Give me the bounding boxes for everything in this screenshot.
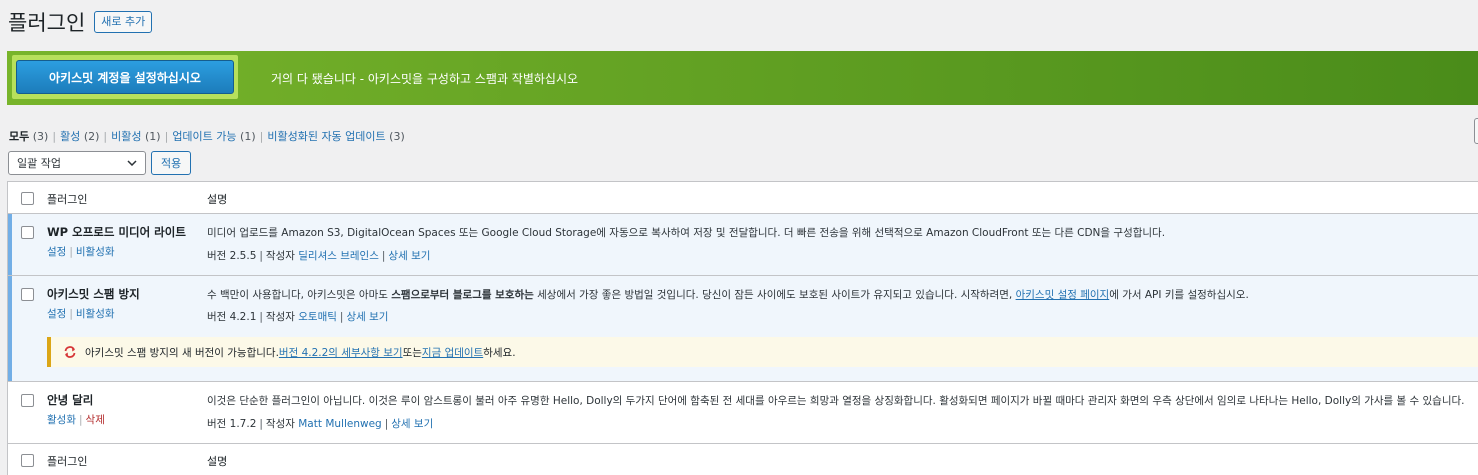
view-details-link[interactable]: 상세 보기	[346, 311, 388, 323]
update-notice: 아키스밋 스팸 방지의 새 버전이 가능합니다. 버전 4.2.2의 세부사항 …	[47, 337, 1478, 367]
update-notice-row: 아키스밋 스팸 방지의 새 버전이 가능합니다. 버전 4.2.2의 세부사항 …	[8, 337, 1478, 382]
akismet-setup-banner: 아키스밋 계정을 설정하십시오 거의 다 됐습니다 - 아키스밋을 구성하고 스…	[7, 51, 1478, 105]
apply-button[interactable]: 적용	[151, 151, 192, 175]
plugins-table: 플러그인 설명 WP 오프로드 미디어 라이트 설정 | 비활성화 미디어 업로드를…	[7, 181, 1478, 475]
filter-update-count: (1)	[240, 130, 256, 143]
search-plugins-button[interactable]	[1474, 118, 1478, 144]
select-all-checkbox-footer[interactable]	[21, 454, 34, 467]
banner-message: 거의 다 됐습니다 - 아키스밋을 구성하고 스팸과 작별하십시오	[271, 72, 579, 86]
deactivate-link[interactable]: 비활성화	[76, 308, 115, 320]
filter-update-available[interactable]: 업데이트 가능	[172, 130, 236, 143]
column-description: 설명	[207, 193, 228, 206]
filter-all[interactable]: 모두	[9, 130, 29, 143]
page-title: 플러그인	[8, 11, 86, 35]
setup-button-frame: 아키스밋 계정을 설정하십시오	[12, 55, 238, 99]
author-link[interactable]: Matt Mullenweg	[298, 418, 381, 430]
filter-all-count: (3)	[32, 130, 49, 143]
plugin-description: 수 백만이 사용합니다, 아키스밋은 아마도 스팸으로부터 블로그를 보호하는 …	[207, 289, 1249, 301]
view-version-details-link[interactable]: 버전 4.2.2의 세부사항 보기	[279, 345, 403, 360]
settings-link[interactable]: 설정	[47, 246, 66, 258]
plugin-version: 버전 4.2.1	[207, 311, 257, 323]
plugin-checkbox[interactable]	[21, 226, 34, 239]
plugin-actions: 설정 | 비활성화	[47, 246, 115, 258]
filter-auto-updates-disabled[interactable]: 비활성화된 자동 업데이트	[267, 130, 385, 143]
view-details-link[interactable]: 상세 보기	[391, 418, 433, 430]
chevron-down-icon	[127, 160, 137, 166]
table-footer: 플러그인 설명	[8, 444, 1478, 475]
plugin-description: 이것은 단순한 플러그인이 아닙니다. 이것은 루이 암스트롱이 불러 아주 유…	[207, 395, 1465, 407]
plugin-name: 안녕 달리	[47, 393, 94, 407]
plugin-meta: 버전 2.5.5 | 작성자 딜리셔스 브레인스 | 상세 보기	[207, 250, 431, 262]
activate-link[interactable]: 활성화	[47, 414, 76, 426]
filter-auto-count: (3)	[389, 130, 405, 143]
column-plugin-footer: 플러그인	[47, 455, 88, 468]
page-header: 플러그인 새로 추가	[8, 7, 153, 37]
plugin-meta: 버전 1.7.2 | 작성자 Matt Mullenweg | 상세 보기	[207, 418, 434, 430]
bulk-action-select[interactable]: 일괄 작업	[8, 151, 146, 175]
bulk-action-selected: 일괄 작업	[17, 157, 61, 170]
bulk-actions: 일괄 작업 적용	[8, 151, 192, 175]
plugin-meta: 버전 4.2.1 | 작성자 오토매틱 | 상세 보기	[207, 311, 389, 323]
author-label: 작성자	[265, 418, 295, 430]
plugin-actions: 설정 | 비활성화	[47, 308, 115, 320]
plugin-version: 버전 2.5.5	[207, 250, 257, 262]
plugin-checkbox[interactable]	[21, 394, 34, 407]
deactivate-link[interactable]: 비활성화	[76, 246, 115, 258]
plugin-description: 미디어 업로드를 Amazon S3, DigitalOcean Spaces …	[207, 227, 1166, 239]
table-header: 플러그인 설명	[8, 182, 1478, 214]
add-new-button[interactable]: 새로 추가	[94, 11, 153, 33]
table-row: 안녕 달리 활성화 | 삭제 이것은 단순한 플러그인이 아닙니다. 이것은 루이 …	[8, 382, 1478, 444]
select-all-checkbox[interactable]	[21, 192, 34, 205]
author-label: 작성자	[265, 250, 295, 262]
view-details-link[interactable]: 상세 보기	[388, 250, 430, 262]
author-link[interactable]: 딜리셔스 브레인스	[298, 250, 379, 262]
author-link[interactable]: 오토매틱	[298, 311, 337, 323]
filter-inactive-count: (1)	[145, 130, 161, 143]
table-row: 아키스밋 스팸 방지 설정 | 비활성화 수 백만이 사용합니다, 아키스밋은 아마…	[8, 276, 1478, 337]
settings-link[interactable]: 설정	[47, 308, 66, 320]
filter-active-count: (2)	[83, 130, 100, 143]
plugin-version: 버전 1.7.2	[207, 418, 257, 430]
setup-akismet-account-button[interactable]: 아키스밋 계정을 설정하십시오	[16, 60, 234, 94]
delete-link[interactable]: 삭제	[86, 414, 105, 426]
plugin-name: 아키스밋 스팸 방지	[47, 287, 140, 301]
author-label: 작성자	[265, 311, 295, 323]
filter-inactive[interactable]: 비활성	[111, 130, 141, 143]
plugin-status-filters: 모두 (3) | 활성 (2) | 비활성 (1) | 업데이트 가능 (1) | 비활성화된 …	[9, 130, 405, 143]
plugin-name: WP 오프로드 미디어 라이트	[47, 225, 186, 239]
column-plugin: 플러그인	[47, 193, 88, 206]
column-description-footer: 설명	[207, 455, 228, 468]
plugin-checkbox[interactable]	[21, 288, 34, 301]
table-row: WP 오프로드 미디어 라이트 설정 | 비활성화 미디어 업로드를 Amazon …	[8, 214, 1478, 276]
update-icon	[64, 346, 76, 358]
update-now-link[interactable]: 지금 업데이트	[422, 345, 483, 360]
plugin-actions: 활성화 | 삭제	[47, 414, 105, 426]
akismet-settings-link[interactable]: 아키스밋 설정 페이지	[1016, 289, 1110, 301]
filter-active[interactable]: 활성	[60, 130, 80, 143]
